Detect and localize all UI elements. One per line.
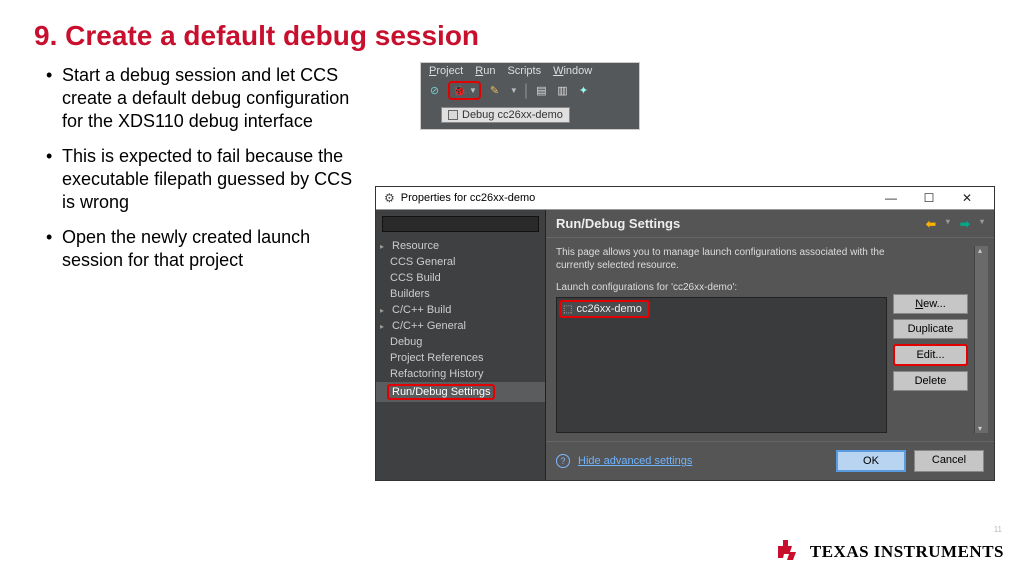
debug-button-highlight: 🐞 ▼ [448, 81, 481, 100]
page-number: 11 [994, 525, 1002, 534]
cancel-button[interactable]: Cancel [914, 450, 984, 472]
bullet-item: Open the newly created launch session fo… [50, 226, 360, 272]
panel-description: This page allows you to manage launch co… [556, 246, 887, 272]
tree-project-refs[interactable]: Project References [376, 350, 545, 366]
tree-cpp-general[interactable]: C/C++ General [376, 318, 545, 334]
menu-scripts[interactable]: Scripts [507, 65, 541, 77]
edit-button-highlight[interactable]: Edit... [893, 344, 968, 366]
ti-logo-text: TEXAS INSTRUMENTS [810, 542, 1004, 562]
menu-run[interactable]: Run [475, 65, 495, 77]
bullet-item: This is expected to fail because the exe… [50, 145, 360, 214]
cube-icon: ⬚ [563, 304, 572, 315]
wand-icon[interactable]: ✦ [576, 83, 591, 98]
page-icon[interactable]: ▤ [534, 83, 549, 98]
tree-refactoring[interactable]: Refactoring History [376, 366, 545, 382]
filter-input[interactable] [382, 216, 539, 232]
close-button[interactable]: ✕ [948, 191, 986, 205]
menu-window[interactable]: Window [553, 65, 592, 77]
tree-cpp-build[interactable]: C/C++ Build [376, 302, 545, 318]
dialog-title: Properties for cc26xx-demo [401, 192, 536, 204]
forward-arrow-icon[interactable]: ➡ [960, 217, 970, 231]
launch-config-name: cc26xx-demo [576, 303, 641, 315]
debug-tab-label: Debug cc26xx-demo [462, 109, 563, 121]
debug-config-tab[interactable]: Debug cc26xx-demo [441, 107, 570, 123]
back-arrow-icon[interactable]: ⬅ [926, 217, 936, 231]
slide-title: 9. Create a default debug session [0, 0, 1024, 64]
run-debug-highlight: Run/Debug Settings [387, 384, 495, 400]
menu-project[interactable]: Project [429, 65, 463, 77]
help-icon[interactable]: ? [556, 454, 570, 468]
duplicate-button[interactable]: Duplicate [893, 319, 968, 339]
delete-button[interactable]: Delete [893, 371, 968, 391]
ok-button[interactable]: OK [836, 450, 906, 472]
ide-menubar: Project Run Scripts Window [421, 63, 639, 78]
ti-logo-mark [776, 538, 802, 566]
chevron-down-icon[interactable]: ▼ [510, 86, 518, 95]
ide-toolbar: ⊘ 🐞 ▼ ✎ ▼ | ▤ ▥ ✦ [421, 78, 639, 103]
new-button[interactable]: New... [893, 294, 968, 314]
tree-debug[interactable]: Debug [376, 334, 545, 350]
bug-icon[interactable]: 🐞 [452, 83, 467, 98]
properties-dialog: ⚙ Properties for cc26xx-demo — ☐ ✕ Resou… [375, 186, 995, 481]
gear-icon: ⚙ [384, 191, 395, 205]
ti-logo: TEXAS INSTRUMENTS [776, 538, 1004, 566]
launch-config-list[interactable]: ⬚ cc26xx-demo [556, 297, 887, 433]
tree-builders[interactable]: Builders [376, 286, 545, 302]
maximize-button[interactable]: ☐ [910, 191, 948, 205]
dialog-titlebar: ⚙ Properties for cc26xx-demo — ☐ ✕ [376, 187, 994, 210]
bullet-item: Start a debug session and let CCS create… [50, 64, 360, 133]
chevron-down-icon[interactable]: ▼ [469, 86, 477, 95]
tree-ccs-general[interactable]: CCS General [376, 254, 545, 270]
launch-config-label: Launch configurations for 'cc26xx-demo': [556, 282, 887, 293]
tree-ccs-build[interactable]: CCS Build [376, 270, 545, 286]
panel-header: Run/Debug Settings [556, 216, 680, 231]
pencil-icon[interactable]: ✎ [487, 83, 502, 98]
tree-resource[interactable]: Resource [376, 238, 545, 254]
dialog-sidebar: Resource CCS General CCS Build Builders … [376, 210, 546, 480]
toolbar-screenshot: Project Run Scripts Window ⊘ 🐞 ▼ ✎ ▼ | ▤… [420, 62, 640, 130]
bullet-list: Start a debug session and let CCS create… [50, 64, 370, 284]
tree-run-debug[interactable]: Run/Debug Settings [376, 382, 545, 402]
launch-config-item-highlight[interactable]: ⬚ cc26xx-demo [559, 300, 650, 318]
config-icon [448, 110, 458, 120]
scrollbar[interactable] [974, 246, 988, 433]
minimize-button[interactable]: — [872, 191, 910, 205]
noentry-icon[interactable]: ⊘ [427, 83, 442, 98]
hide-advanced-link[interactable]: Hide advanced settings [578, 455, 692, 467]
page-icon[interactable]: ▥ [555, 83, 570, 98]
